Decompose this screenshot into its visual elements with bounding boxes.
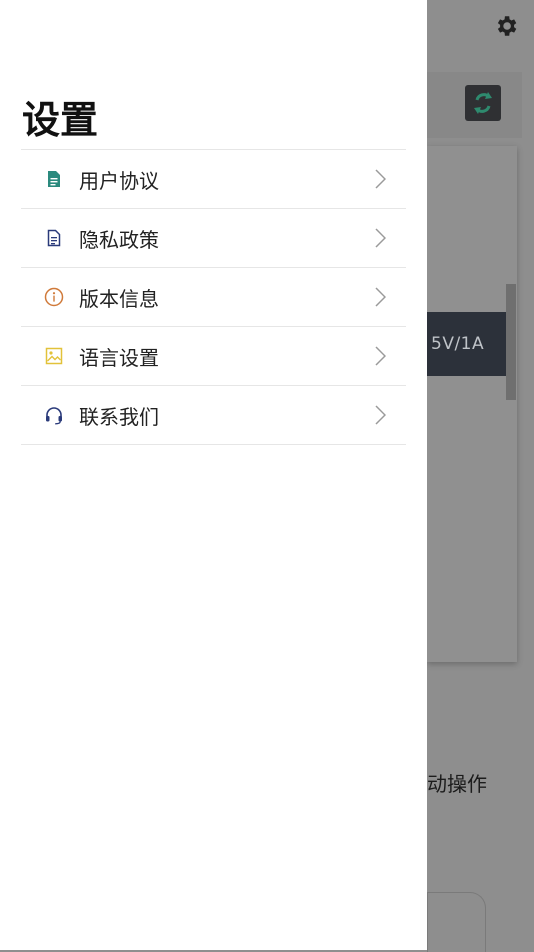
menu-item-language-settings[interactable]: 语言设置 <box>21 327 406 386</box>
menu-item-privacy-policy[interactable]: 隐私政策 <box>21 209 406 268</box>
settings-drawer: 设置 用户协议 隐私政策 版本信息 语言设置 联系我们 <box>0 0 427 950</box>
menu-item-label: 联系我们 <box>79 404 159 429</box>
chevron-right-icon <box>375 346 386 366</box>
menu-item-label: 版本信息 <box>79 286 159 311</box>
document-outline-icon <box>44 228 64 248</box>
headset-icon <box>44 405 64 425</box>
background-card <box>427 146 517 662</box>
chevron-right-icon <box>375 169 386 189</box>
settings-menu: 用户协议 隐私政策 版本信息 语言设置 联系我们 <box>21 149 406 445</box>
menu-item-label: 用户协议 <box>79 168 159 193</box>
refresh-icon[interactable] <box>465 85 501 121</box>
menu-item-label: 隐私政策 <box>79 227 159 252</box>
background-scrollbar <box>506 284 516 400</box>
menu-item-user-agreement[interactable]: 用户协议 <box>21 150 406 209</box>
document-filled-icon <box>44 169 64 189</box>
menu-item-label: 语言设置 <box>79 345 159 370</box>
chevron-right-icon <box>375 228 386 248</box>
menu-item-version-info[interactable]: 版本信息 <box>21 268 406 327</box>
background-spec-label: 5V/1A <box>427 312 506 376</box>
chevron-right-icon <box>375 287 386 307</box>
drawer-title: 设置 <box>22 98 99 142</box>
image-icon <box>44 346 64 366</box>
background-partial-text: 动操作 <box>427 772 487 796</box>
gear-icon[interactable] <box>493 13 519 39</box>
chevron-right-icon <box>375 405 386 425</box>
menu-item-contact-us[interactable]: 联系我们 <box>21 386 406 445</box>
info-circle-icon <box>44 287 64 307</box>
background-bottom-panel <box>427 892 486 952</box>
